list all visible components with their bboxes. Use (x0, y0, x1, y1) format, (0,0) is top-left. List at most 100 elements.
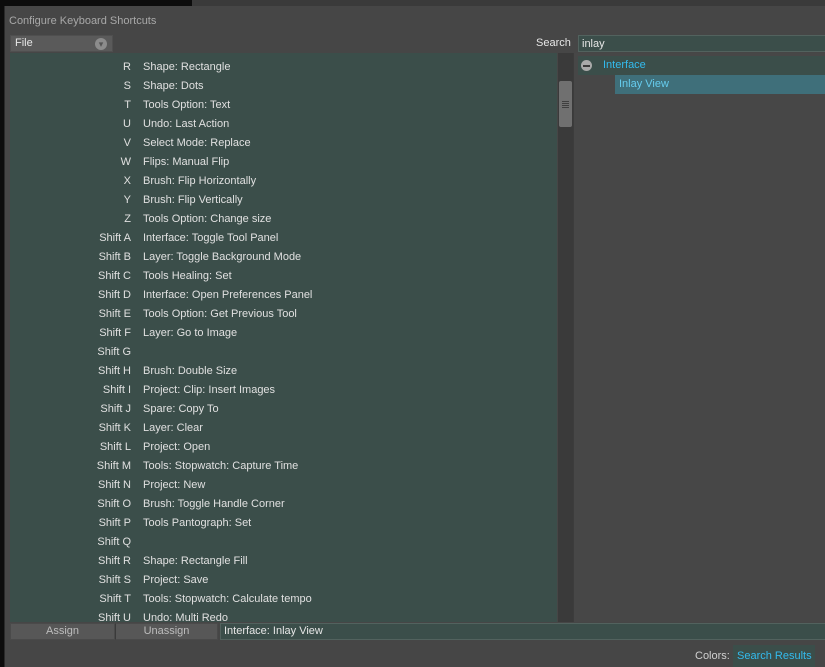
shortcut-row[interactable]: S Shape: Dots (10, 77, 557, 96)
shortcut-key: Shift L (99, 441, 131, 453)
shortcut-action: Undo: Last Action (143, 118, 230, 130)
shortcut-row[interactable]: V Select Mode: Replace (10, 134, 557, 153)
shortcut-key: Shift H (97, 365, 131, 377)
tree-item-label: Inlay View (619, 78, 669, 90)
shortcut-key: X (123, 175, 131, 187)
shortcut-row[interactable]: Shift P Tools Pantograph: Set (10, 514, 557, 533)
search-label: Search (536, 37, 571, 49)
chevron-down-icon: ▾ (95, 38, 107, 50)
shortcut-row[interactable]: Shift J Spare: Copy To (10, 400, 557, 419)
shortcut-row[interactable]: Shift M Tools: Stopwatch: Capture Time (10, 457, 557, 476)
grip-line (562, 107, 569, 108)
shortcut-row[interactable]: Y Brush: Flip Vertically (10, 191, 557, 210)
shortcut-action: Tools: Stopwatch: Capture Time (143, 460, 299, 472)
shortcut-action: Brush: Flip Horizontally (143, 175, 257, 187)
scrollbar[interactable] (558, 53, 573, 622)
shortcut-key: W (120, 156, 131, 168)
shortcut-row[interactable]: Shift S Project: Save (10, 571, 557, 590)
tree-group-interface[interactable]: Interface (578, 56, 825, 75)
shortcut-row[interactable]: Shift D Interface: Open Preferences Panel (10, 286, 557, 305)
shortcut-row[interactable]: Shift G (10, 343, 557, 362)
colors-value[interactable]: Search Results (733, 645, 815, 667)
shortcut-action: Brush: Toggle Handle Corner (143, 498, 285, 510)
shortcut-action: Project: Save (143, 574, 209, 586)
grip-line (562, 105, 569, 106)
shortcut-key: Shift D (97, 289, 131, 301)
shortcut-action: Layer: Clear (143, 422, 203, 434)
search-results-tree: Interface Inlay View (573, 53, 825, 622)
shortcut-row[interactable]: Z Tools Option: Change size (10, 210, 557, 229)
shortcut-key: Shift E (98, 308, 131, 320)
shortcut-row[interactable]: Shift K Layer: Clear (10, 419, 557, 438)
category-dropdown[interactable]: File ▾ (10, 35, 113, 52)
shortcut-row[interactable]: Shift I Project: Clip: Insert Images (10, 381, 557, 400)
shortcut-action: Tools Pantograph: Set (143, 517, 252, 529)
shortcut-row[interactable]: Shift Q (10, 533, 557, 552)
dialog-title: Configure Keyboard Shortcuts (9, 15, 157, 27)
shortcut-action: Interface: Toggle Tool Panel (143, 232, 279, 244)
search-input[interactable] (578, 35, 825, 52)
shortcut-row[interactable]: Shift O Brush: Toggle Handle Corner (10, 495, 557, 514)
shortcut-action: Brush: Double Size (143, 365, 238, 377)
unassign-button[interactable]: Unassign (115, 623, 218, 640)
shortcut-row[interactable]: Shift H Brush: Double Size (10, 362, 557, 381)
shortcut-action: Shape: Rectangle Fill (143, 555, 248, 567)
assign-button[interactable]: Assign (10, 623, 115, 640)
shortcut-row[interactable]: X Brush: Flip Horizontally (10, 172, 557, 191)
collapse-icon[interactable] (581, 60, 592, 71)
colors-row: Colors: Search Results (5, 645, 825, 667)
shortcut-list[interactable]: R Shape: Rectangle S Shape: Dots T Tools Opti… (10, 53, 557, 622)
shortcut-action: Tools: Stopwatch: Calculate tempo (143, 593, 312, 605)
shortcut-row[interactable]: R Shape: Rectangle (10, 58, 557, 77)
shortcut-action: Interface: Open Preferences Panel (143, 289, 313, 301)
shortcut-row[interactable]: Shift L Project: Open (10, 438, 557, 457)
shortcut-action: Tools Option: Text (143, 99, 231, 111)
shortcut-key: T (124, 99, 131, 111)
shortcut-action: Tools Healing: Set (143, 270, 232, 282)
shortcut-row[interactable]: Shift T Tools: Stopwatch: Calculate tempo (10, 590, 557, 609)
grip-line (562, 103, 569, 104)
shortcut-action: Layer: Toggle Background Mode (143, 251, 302, 263)
shortcut-row[interactable]: Shift C Tools Healing: Set (10, 267, 557, 286)
shortcut-action: Shape: Dots (143, 80, 204, 92)
shortcut-action: Undo: Multi Redo (143, 612, 228, 622)
shortcut-row[interactable]: Shift F Layer: Go to Image (10, 324, 557, 343)
colors-label: Colors: (695, 650, 730, 662)
shortcut-key: Shift S (98, 574, 131, 586)
shortcut-key: Shift G (97, 346, 131, 358)
shortcut-action: Tools Option: Get Previous Tool (143, 308, 297, 320)
shortcut-row[interactable]: T Tools Option: Text (10, 96, 557, 115)
tree-group-label: Interface (603, 59, 646, 71)
shortcut-row[interactable]: Shift R Shape: Rectangle Fill (10, 552, 557, 571)
shortcut-key: Y (123, 194, 131, 206)
shortcut-action: Spare: Copy To (143, 403, 219, 415)
shortcut-row[interactable]: Shift E Tools Option: Get Previous Tool (10, 305, 557, 324)
category-dropdown-value: File (15, 37, 33, 49)
shortcut-action: Project: Open (143, 441, 211, 453)
shortcuts-dialog: Configure Keyboard Shortcuts File ▾ Sear… (4, 6, 825, 667)
shortcut-key: Z (124, 213, 131, 225)
shortcut-key: Shift K (98, 422, 131, 434)
shortcut-key: Shift F (99, 327, 131, 339)
shortcut-key: Shift M (96, 460, 131, 472)
shortcut-key: Shift B (98, 251, 131, 263)
shortcut-key: Shift T (99, 593, 131, 605)
shortcut-key: S (123, 80, 131, 92)
shortcut-row[interactable]: U Undo: Last Action (10, 115, 557, 134)
shortcut-row[interactable]: Shift B Layer: Toggle Background Mode (10, 248, 557, 267)
shortcut-row[interactable]: Shift A Interface: Toggle Tool Panel (10, 229, 557, 248)
shortcut-row[interactable]: W Flips: Manual Flip (10, 153, 557, 172)
shortcut-action: Brush: Flip Vertically (143, 194, 243, 206)
shortcut-row[interactable]: Shift U Undo: Multi Redo (10, 609, 557, 622)
shortcut-action: Layer: Go to Image (143, 327, 238, 339)
shortcut-row[interactable]: Shift N Project: New (10, 476, 557, 495)
shortcut-key: V (123, 137, 131, 149)
shortcut-key: Shift Q (97, 536, 131, 548)
shortcut-action: Project: Clip: Insert Images (143, 384, 276, 396)
shortcut-key: Shift I (102, 384, 131, 396)
scrollbar-thumb[interactable] (559, 81, 572, 127)
tree-item-inlay-view[interactable]: Inlay View (615, 75, 825, 94)
shortcut-action: Flips: Manual Flip (143, 156, 230, 168)
grip-line (562, 101, 569, 102)
shortcut-action: Shape: Rectangle (143, 61, 231, 73)
